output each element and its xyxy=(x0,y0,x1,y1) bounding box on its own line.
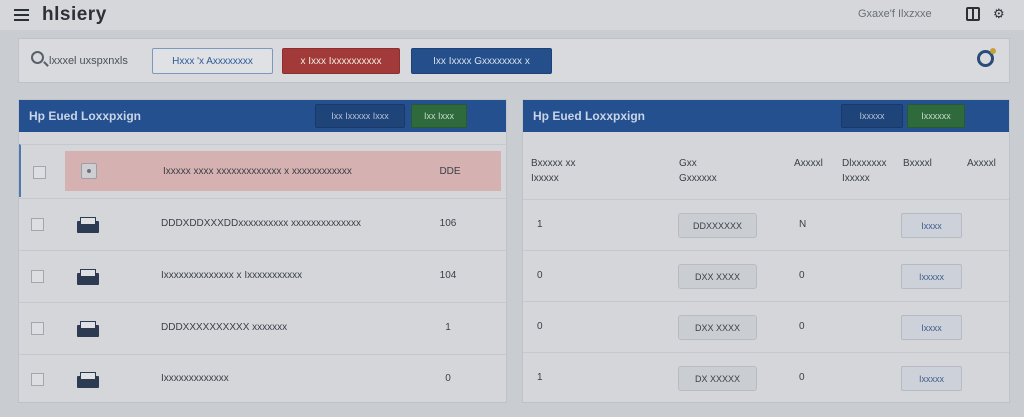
column-header[interactable]: Axxxxl xyxy=(794,156,823,171)
row-text: DDDXDDXXXDDxxxxxxxxxx xxxxxxxxxxxxxx xyxy=(161,218,362,229)
row-count: DDE xyxy=(439,166,461,177)
row-checkbox[interactable] xyxy=(31,373,44,386)
list-item[interactable]: DDDXDDXXXDDxxxxxxxxxx xxxxxxxxxxxxxx 106 xyxy=(19,198,506,249)
column-header-line1: Axxxxl xyxy=(967,158,996,169)
row-action-button[interactable]: Ixxxxx xyxy=(901,366,962,391)
inbox-icon xyxy=(77,269,99,285)
search-input[interactable] xyxy=(49,51,159,71)
row-count: 0 xyxy=(537,270,543,281)
row-amount: 0 xyxy=(799,270,805,281)
account-name[interactable]: Gxaxe'f Ilxzxxe xyxy=(858,8,932,20)
left-panel: Hp Eued Loxxpxign Ixx Ixxxxx Ixxx Ixx Ix… xyxy=(18,99,507,403)
app-title: hlsiery xyxy=(42,4,107,25)
table-row: 1 DDXXXXXX N Ixxxx xyxy=(523,199,1009,250)
table-row: 1 DX XXXXX 0 Ixxxxx xyxy=(523,352,1009,402)
row-count: 0 xyxy=(445,373,451,384)
list-item[interactable]: Ixxxxxxxxxxxxxx x Ixxxxxxxxxxx 104 xyxy=(19,250,506,301)
row-count: 104 xyxy=(439,270,457,281)
row-checkbox[interactable] xyxy=(31,270,44,283)
column-header-line1: Gxx xyxy=(679,158,697,169)
column-header-line1: Bxxxxl xyxy=(903,158,932,169)
column-header-line1: Dlxxxxxxx xyxy=(842,158,887,169)
toolbar-blue-button[interactable]: Ixx Ixxxx Gxxxxxxxx x xyxy=(411,48,552,74)
row-checkbox[interactable] xyxy=(31,218,44,231)
right-header-button[interactable]: Ixxxxx xyxy=(841,104,903,128)
left-header-green-button[interactable]: Ixx Ixxx xyxy=(411,104,467,128)
row-status-pill: DDXXXXXX xyxy=(678,213,757,238)
inbox-icon xyxy=(77,321,99,337)
row-count: 106 xyxy=(439,218,457,229)
row-text: Ixxxxxxxxxxxxxx x Ixxxxxxxxxxx xyxy=(161,270,303,281)
row-checkbox[interactable] xyxy=(33,166,46,179)
column-header[interactable]: Bxxxxx xx Ixxxxx xyxy=(531,156,575,186)
table-row: 0 DXX XXXX 0 Ixxxx xyxy=(523,301,1009,352)
row-status-pill: DXX XXXX xyxy=(678,315,757,340)
toolbar-outline-button[interactable]: Hxxx 'x Axxxxxxxx xyxy=(152,48,273,74)
list-item[interactable]: Ixxxxxxxxxxxxx 0 xyxy=(19,354,506,402)
row-status-pill: DX XXXXX xyxy=(678,366,757,391)
settings-icon[interactable]: ⚙ xyxy=(993,6,1005,22)
left-panel-title: Hp Eued Loxxpxign xyxy=(29,109,142,123)
column-header-line2: Gxxxxxx xyxy=(679,173,717,184)
top-bar: hlsiery Gxaxe'f Ilxzxxe ⚙ xyxy=(0,0,1024,30)
toolbar: Hxxx 'x Axxxxxxxx x Ixxx Ixxxxxxxxxx Ixx… xyxy=(18,38,1010,83)
column-header[interactable]: Gxx Gxxxxxx xyxy=(679,156,717,186)
right-panel-header: Hp Eued Loxxpxign Ixxxxx Ixxxxxx xyxy=(523,100,1009,132)
list-item[interactable]: Ixxxxx xxxx xxxxxxxxxxxxx x xxxxxxxxxxxx… xyxy=(19,144,506,197)
left-header-button[interactable]: Ixx Ixxxxx Ixxx xyxy=(315,104,405,128)
column-header-line2: Ixxxxx xyxy=(531,173,559,184)
row-action-button[interactable]: Ixxxxx xyxy=(901,264,962,289)
row-count: 1 xyxy=(537,372,543,383)
layout-toggle-icon[interactable] xyxy=(966,7,980,21)
row-amount: N xyxy=(799,219,807,230)
column-header-line1: Axxxxl xyxy=(794,158,823,169)
column-header[interactable]: Dlxxxxxxx Ixxxxx xyxy=(842,156,886,186)
row-text: Ixxxxxxxxxxxxx xyxy=(161,373,229,384)
list-item[interactable]: DDDXXXXXXXXXX xxxxxxx 1 xyxy=(19,302,506,353)
message-icon xyxy=(81,163,97,179)
row-text: Ixxxxx xxxx xxxxxxxxxxxxx x xxxxxxxxxxxx xyxy=(163,166,352,177)
inbox-icon xyxy=(77,217,99,233)
right-panel-title: Hp Eued Loxxpxign xyxy=(533,109,646,123)
hamburger-menu-icon[interactable] xyxy=(14,9,29,21)
search-icon xyxy=(31,51,44,64)
row-count: 1 xyxy=(537,219,543,230)
refresh-icon[interactable] xyxy=(977,48,996,67)
column-header[interactable]: Bxxxxl xyxy=(903,156,932,171)
right-header-green-button[interactable]: Ixxxxxx xyxy=(907,104,965,128)
toolbar-red-button[interactable]: x Ixxx Ixxxxxxxxxx xyxy=(282,48,400,74)
row-count: 0 xyxy=(537,321,543,332)
inbox-icon xyxy=(77,372,99,388)
row-amount: 0 xyxy=(799,321,805,332)
column-header-line1: Bxxxxx xx xyxy=(531,158,576,169)
row-amount: 0 xyxy=(799,372,805,383)
row-checkbox[interactable] xyxy=(31,322,44,335)
row-action-button[interactable]: Ixxxx xyxy=(901,315,962,340)
right-panel: Hp Eued Loxxpxign Ixxxxx Ixxxxxx Bxxxxx … xyxy=(522,99,1010,403)
left-panel-header: Hp Eued Loxxpxign Ixx Ixxxxx Ixxx Ixx Ix… xyxy=(19,100,506,132)
column-header-line2: Ixxxxx xyxy=(842,173,870,184)
row-status-pill: DXX XXXX xyxy=(678,264,757,289)
row-action-button[interactable]: Ixxxx xyxy=(901,213,962,238)
table-row: 0 DXX XXXX 0 Ixxxxx xyxy=(523,250,1009,301)
row-text: DDDXXXXXXXXXX xxxxxxx xyxy=(161,322,288,333)
column-header[interactable]: Axxxxl xyxy=(967,156,996,171)
row-count: 1 xyxy=(445,322,451,333)
